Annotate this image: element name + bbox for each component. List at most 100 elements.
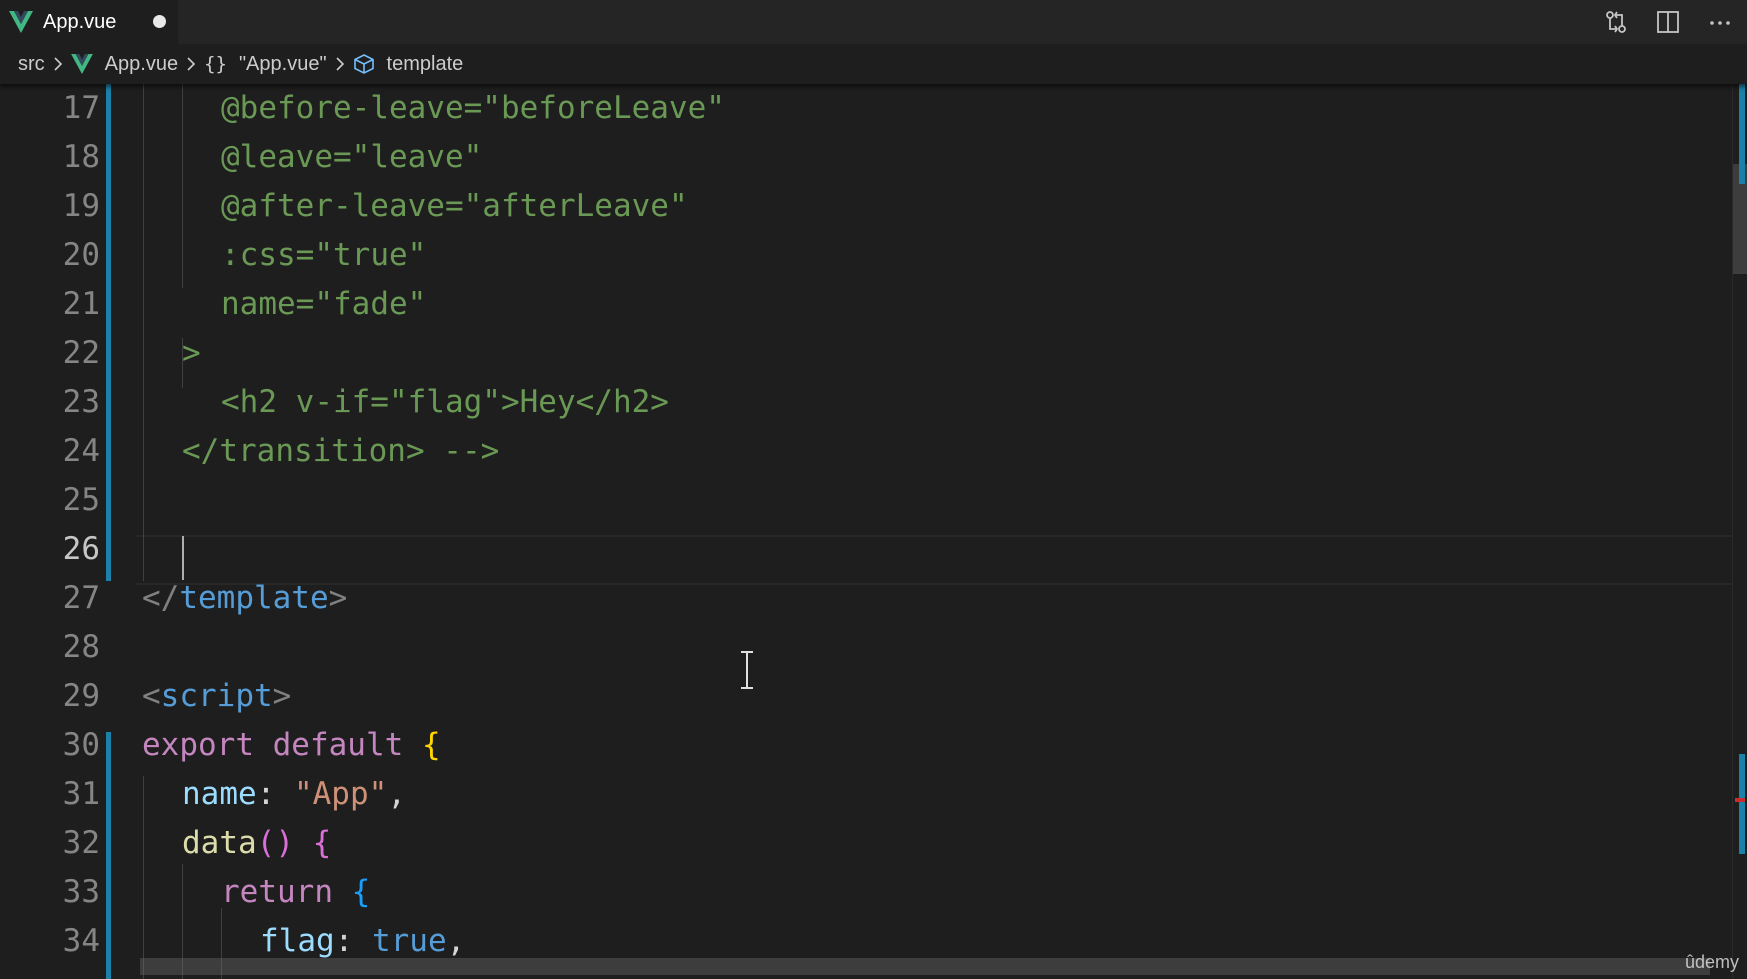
line-number: 28	[62, 629, 100, 665]
udemy-watermark: ûdemy	[1684, 952, 1739, 972]
code-token: "fade"	[314, 286, 427, 322]
code-token: name=	[221, 286, 315, 322]
code-line-31: name: "App",	[182, 770, 406, 819]
breadcrumb-component-label: "App.vue"	[238, 52, 327, 75]
code-token: :	[256, 776, 294, 812]
braces-icon: {}	[204, 53, 227, 75]
breadcrumb-section-label: template	[386, 52, 464, 75]
scrollbar-error-mark	[1735, 798, 1745, 802]
code-token: "App"	[293, 776, 388, 812]
line-number-gutter[interactable]: 17 18 19 20 21 22 23 24 25 26 27 28 29 3…	[0, 84, 100, 979]
diff-bar-modified[interactable]	[106, 84, 111, 581]
code-line-24: </transition> -->	[182, 427, 499, 476]
code-line-19: @after-leave="afterLeave"	[221, 182, 688, 231]
indent-guide	[143, 776, 144, 979]
code-token: <	[142, 678, 161, 714]
code-token: ,	[446, 923, 466, 959]
code-token: flag	[260, 923, 335, 959]
code-token: name	[182, 776, 257, 812]
code-line-30: export default {	[142, 721, 441, 770]
tab-bar: App.vue	[0, 0, 1747, 44]
open-changes-icon[interactable]	[1603, 9, 1629, 35]
horizontal-scrollbar[interactable]	[140, 958, 1710, 975]
code-token: </	[142, 580, 180, 616]
vue-logo-icon	[9, 11, 33, 33]
line-number: 34	[62, 923, 100, 959]
line-number: 29	[62, 678, 100, 714]
indent-guide	[182, 84, 183, 288]
code-token: data	[182, 825, 257, 861]
vue-logo-icon	[70, 54, 93, 74]
more-actions-icon[interactable]	[1707, 9, 1733, 35]
current-line-highlight	[135, 535, 1735, 585]
code-editor[interactable]: 17 18 19 20 21 22 23 24 25 26 27 28 29 3…	[0, 84, 1747, 979]
line-number: 20	[62, 237, 100, 273]
code-token: </transition> -->	[182, 433, 500, 469]
code-line-27: </template>	[142, 574, 347, 623]
code-token: ,	[387, 776, 406, 812]
line-number: 32	[62, 825, 100, 861]
split-editor-icon[interactable]	[1655, 9, 1681, 35]
tab-app-vue[interactable]: App.vue	[0, 0, 178, 44]
line-number-active: 26	[62, 531, 100, 567]
line-number: 30	[62, 727, 100, 763]
unsaved-dot-icon[interactable]	[153, 15, 166, 28]
code-token: >	[272, 678, 292, 714]
code-token: {	[312, 825, 332, 861]
code-token: "flag"	[388, 384, 501, 420]
code-token: "afterLeave"	[463, 188, 688, 224]
line-number: 25	[62, 482, 100, 518]
code-token: "true"	[314, 237, 427, 273]
editor-actions	[1603, 0, 1733, 44]
code-line-22: >	[182, 329, 201, 378]
line-number: 17	[62, 90, 100, 126]
line-number: 23	[62, 384, 100, 420]
vscode-window: App.vue src App.vue {} "App.vue" templat…	[0, 0, 1747, 979]
breadcrumb-src[interactable]: src	[18, 53, 45, 76]
code-token: return	[221, 874, 352, 910]
code-token: true	[371, 923, 447, 959]
breadcrumb-file-label: App.vue	[104, 52, 179, 75]
code-token: >	[182, 335, 201, 371]
breadcrumb: src App.vue {} "App.vue" template	[0, 44, 1747, 84]
breadcrumb-component[interactable]: {} "App.vue"	[204, 53, 326, 76]
code-token: script	[160, 678, 273, 714]
line-number: 31	[62, 776, 100, 812]
chevron-right-icon	[335, 57, 344, 71]
cube-icon	[353, 54, 374, 74]
scrollbar-change-mark	[1739, 84, 1745, 184]
breadcrumb-file[interactable]: App.vue	[70, 52, 179, 76]
code-line-23: <h2 v-if="flag">Hey</h2>	[221, 378, 669, 427]
diff-bar-modified[interactable]	[106, 732, 111, 979]
line-number: 22	[62, 335, 100, 371]
code-token: @before-leave=	[221, 90, 483, 126]
code-line-17: @before-leave="beforeLeave"	[221, 84, 725, 133]
code-token: :	[334, 923, 372, 959]
line-number: 27	[62, 580, 100, 616]
breadcrumb-section[interactable]: template	[353, 52, 464, 76]
code-token: @after-leave=	[221, 188, 464, 224]
line-number: 19	[62, 188, 100, 224]
code-line-20: :css="true"	[221, 231, 426, 280]
code-line-32: data() {	[182, 819, 331, 868]
vertical-scrollbar[interactable]	[1732, 84, 1747, 979]
text-cursor	[182, 536, 184, 580]
mouse-ibeam-icon	[741, 651, 753, 689]
code-line-18: @leave="leave"	[221, 133, 482, 182]
code-token: <h2 v-if=	[221, 384, 389, 420]
line-number: 21	[62, 286, 100, 322]
line-number: 18	[62, 139, 100, 175]
code-token: {	[421, 727, 441, 763]
chevron-right-icon	[187, 57, 196, 71]
chevron-right-icon	[54, 57, 62, 71]
code-token: "leave"	[351, 139, 483, 175]
code-token: >Hey</h2>	[500, 384, 669, 420]
code-token: {	[351, 874, 371, 910]
code-token: @leave=	[221, 139, 352, 175]
code-token: :css=	[221, 237, 315, 273]
code-token: "beforeLeave"	[482, 90, 725, 126]
line-number: 24	[62, 433, 100, 469]
code-token: template	[179, 580, 329, 616]
line-number: 33	[62, 874, 100, 910]
